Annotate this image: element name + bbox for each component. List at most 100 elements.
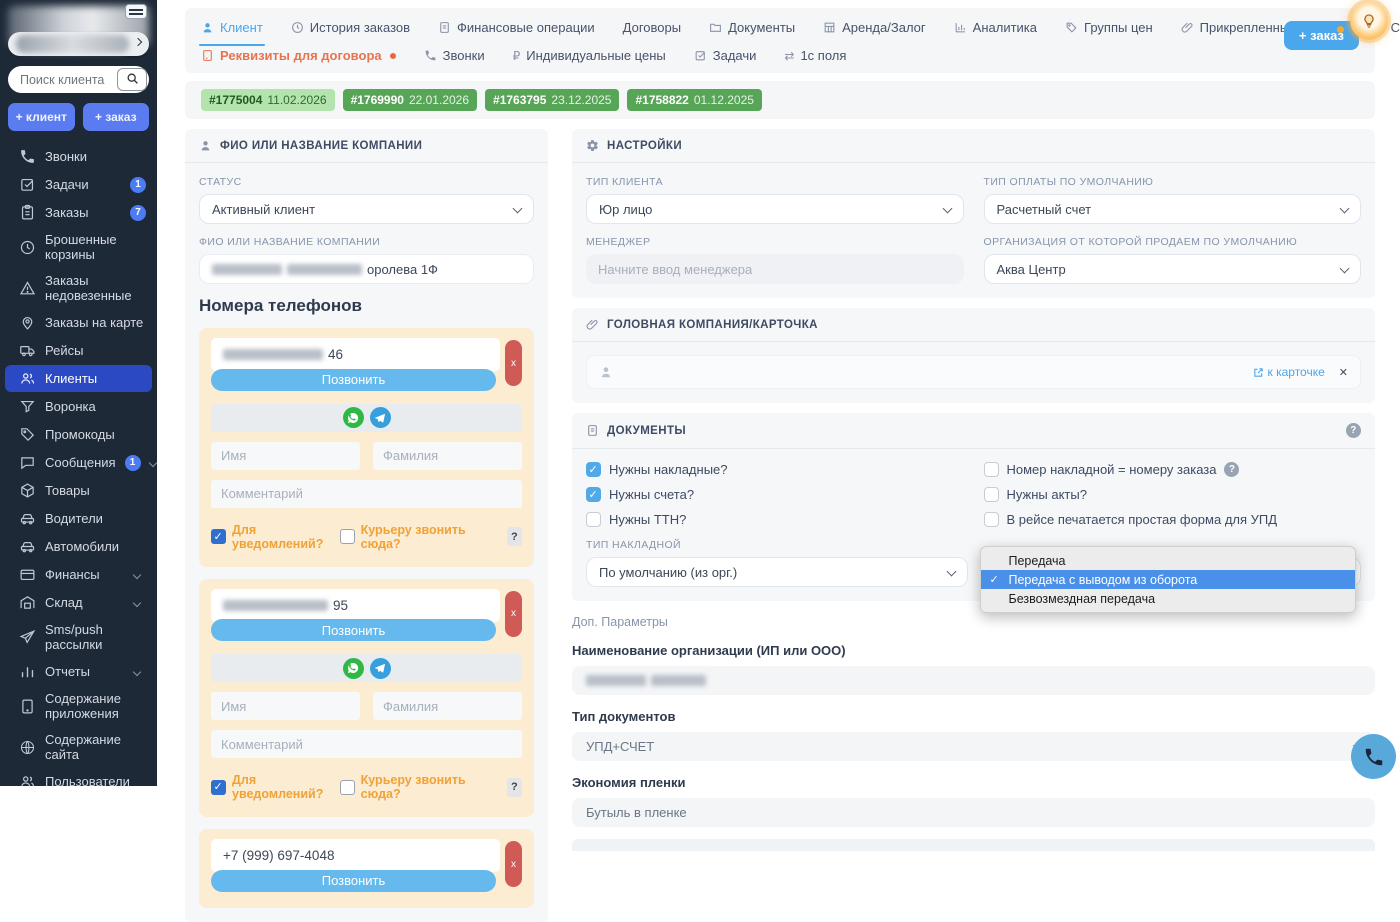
sidebar-item-tasks[interactable]: Задачи 1 (5, 171, 152, 198)
delete-phone-button[interactable]: x (505, 841, 522, 887)
order-badge[interactable]: #1758822 01.12.2025 (627, 89, 761, 111)
courier-checkbox[interactable]: Курьеру звонить сюда? (340, 523, 522, 551)
notify-checkbox[interactable]: Для уведомлений? (211, 773, 340, 801)
phone-number-input[interactable]: 46 (211, 338, 500, 371)
delete-phone-button[interactable]: x (505, 340, 522, 386)
sidebar-item-calls[interactable]: Звонки (5, 143, 152, 170)
sidebar-item-finance[interactable]: Финансы (5, 561, 152, 588)
need-acts-checkbox[interactable]: Нужны акты? (984, 487, 1362, 502)
help-icon[interactable] (507, 778, 522, 797)
checkbox-checked[interactable] (586, 487, 601, 502)
to-card-link[interactable]: к карточке (1253, 365, 1325, 379)
upd-simple-form-checkbox[interactable]: В рейсе печатается простая форма для УПД (984, 512, 1362, 527)
last-name-input[interactable] (373, 692, 522, 720)
sidebar-item-drivers[interactable]: Водители (5, 505, 152, 532)
notify-checkbox[interactable]: Для уведомлений? (211, 523, 340, 551)
sidebar-item-warehouse[interactable]: Склад (5, 589, 152, 616)
payment-type-select[interactable]: Расчетный счет (984, 194, 1362, 224)
checkbox-checked[interactable] (211, 529, 226, 544)
help-icon[interactable] (1224, 462, 1239, 477)
sidebar-item-undelivered[interactable]: Заказы недовезенные (5, 268, 152, 308)
whatsapp-icon[interactable] (343, 407, 364, 428)
invoice-equals-order-checkbox[interactable]: Номер накладной = номеру заказа (984, 462, 1362, 477)
doc-type-select[interactable]: УПД+СЧЕТ (572, 732, 1375, 761)
last-name-input[interactable] (373, 442, 522, 470)
sidebar-item-orders-map[interactable]: Заказы на карте (5, 309, 152, 336)
sidebar-collapse-icon[interactable] (125, 4, 147, 19)
tab-analytics[interactable]: Аналитика (954, 20, 1037, 35)
need-bills-checkbox[interactable]: Нужны счета? (586, 487, 964, 502)
tab-order-history[interactable]: История заказов (291, 20, 410, 35)
checkbox-unchecked[interactable] (984, 462, 999, 477)
checkbox-checked[interactable] (586, 462, 601, 477)
sidebar-item-trips[interactable]: Рейсы (5, 337, 152, 364)
tab-documents[interactable]: Документы (709, 20, 795, 35)
sidebar-item-users[interactable]: Пользователи (5, 768, 152, 786)
dropdown-option[interactable]: Передача (981, 551, 1356, 570)
sidebar-item-abandoned-carts[interactable]: Брошенные корзины (5, 227, 152, 267)
checkbox-unchecked[interactable] (984, 512, 999, 527)
first-name-input[interactable] (211, 692, 360, 720)
company-selector[interactable] (8, 32, 149, 56)
call-button[interactable]: Позвонить (211, 619, 496, 641)
add-order-button[interactable]: + заказ (83, 103, 150, 131)
sidebar-item-clients[interactable]: Клиенты (5, 365, 152, 392)
tab-financial-operations[interactable]: Финансовые операции (438, 20, 595, 35)
tab-individual-prices[interactable]: ₽ Индивидуальные цены (513, 48, 666, 63)
tab-calls[interactable]: Звонки (424, 48, 485, 63)
search-input[interactable] (20, 73, 117, 87)
sidebar-item-promocodes[interactable]: Промокоды (5, 421, 152, 448)
whatsapp-icon[interactable] (343, 658, 364, 679)
tips-lightbulb-button[interactable] (1350, 2, 1388, 40)
sidebar-item-orders[interactable]: Заказы 7 (5, 199, 152, 226)
comment-input[interactable] (211, 480, 522, 508)
sidebar-item-products[interactable]: Товары (5, 477, 152, 504)
search-button[interactable] (117, 68, 147, 91)
tab-client[interactable]: Клиент (201, 20, 263, 35)
first-name-input[interactable] (211, 442, 360, 470)
help-icon[interactable] (1346, 423, 1361, 438)
sidebar-item-sms-push[interactable]: Sms/push рассылки (5, 617, 152, 657)
order-badge[interactable]: #1775004 11.02.2026 (201, 89, 335, 111)
tab-tasks[interactable]: Задачи (694, 48, 757, 63)
sidebar-item-cars[interactable]: Автомобили (5, 533, 152, 560)
checkbox-unchecked[interactable] (984, 487, 999, 502)
sidebar-item-reports[interactable]: Отчеты (5, 658, 152, 685)
call-fab-button[interactable] (1351, 734, 1396, 779)
status-select[interactable]: Активный клиент (199, 194, 534, 224)
client-type-select[interactable]: Юр лицо (586, 194, 964, 224)
film-economy-input[interactable]: Бутыль в пленке (572, 798, 1375, 827)
order-badge[interactable]: #1763795 23.12.2025 (485, 89, 619, 111)
order-badge[interactable]: #1769990 22.01.2026 (343, 89, 477, 111)
help-icon[interactable] (507, 527, 522, 546)
close-icon[interactable] (1339, 366, 1348, 379)
telegram-icon[interactable] (370, 658, 391, 679)
org-name-input[interactable] (572, 666, 1375, 695)
call-button[interactable]: Позвонить (211, 369, 496, 391)
sidebar-item-messages[interactable]: Сообщения 1 (5, 449, 152, 476)
comment-input[interactable] (211, 730, 522, 758)
fio-input[interactable]: оролева 1Ф (199, 254, 534, 284)
checkbox-checked[interactable] (211, 780, 226, 795)
sidebar-item-site-content[interactable]: Содержание сайта (5, 727, 152, 767)
tab-1c-fields[interactable]: ⇄ 1с поля (784, 48, 846, 63)
delete-phone-button[interactable]: x (505, 591, 522, 637)
checkbox-unchecked[interactable] (340, 529, 355, 544)
tab-contracts[interactable]: Договоры (623, 20, 681, 35)
telegram-icon[interactable] (370, 407, 391, 428)
dropdown-option[interactable]: Безвозмездная передача (981, 589, 1356, 608)
new-order-button[interactable]: + заказ (1284, 21, 1359, 50)
tab-price-groups[interactable]: Группы цен (1065, 20, 1153, 35)
checkbox-unchecked[interactable] (586, 512, 601, 527)
need-invoices-checkbox[interactable]: Нужны накладные? (586, 462, 964, 477)
checkbox-unchecked[interactable] (340, 780, 355, 795)
sidebar-item-app-content[interactable]: Содержание приложения (5, 686, 152, 726)
manager-input[interactable] (598, 262, 952, 277)
call-button[interactable]: Позвонить (211, 870, 496, 892)
tab-contract-details[interactable]: Реквизиты для договора (201, 48, 396, 63)
invoice-type-select[interactable]: По умолчанию (из орг.) (586, 557, 968, 587)
phone-number-input[interactable]: 95 (211, 589, 500, 622)
dropdown-option-selected[interactable]: Передача с выводом из оборота (981, 570, 1356, 589)
add-client-button[interactable]: + клиент (8, 103, 75, 131)
sidebar-item-funnel[interactable]: Воронка (5, 393, 152, 420)
